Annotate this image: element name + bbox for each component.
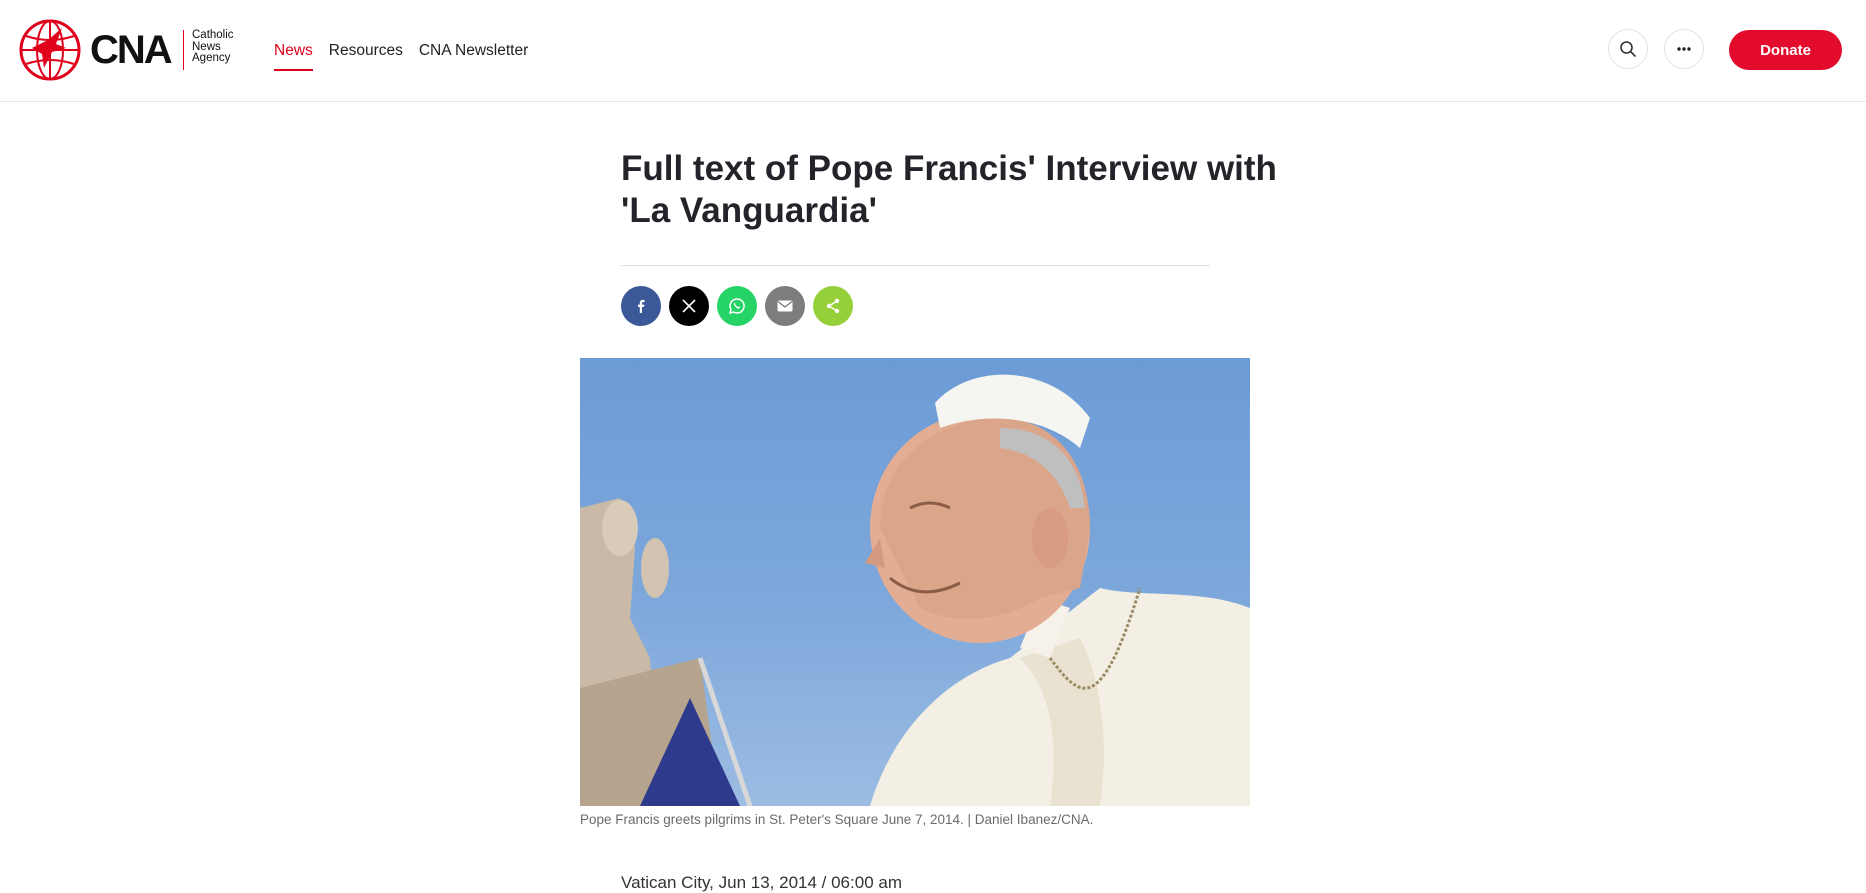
- share-whatsapp-button[interactable]: [717, 286, 757, 326]
- share-x-button[interactable]: [669, 286, 709, 326]
- article-title: Full text of Pope Francis' Interview wit…: [621, 149, 1277, 230]
- nav-item-news[interactable]: News: [274, 41, 313, 71]
- more-horizontal-icon: [1677, 47, 1691, 51]
- email-icon: [777, 300, 793, 312]
- nav-item-cna-newsletter[interactable]: CNA Newsletter: [419, 41, 528, 61]
- title-divider: [621, 265, 1210, 266]
- pope-francis-photo: [580, 374, 1250, 806]
- logo-subtitle-line: Catholic: [192, 29, 234, 41]
- image-caption: Pope Francis greets pilgrims in St. Pete…: [580, 812, 1094, 827]
- whatsapp-icon: [728, 298, 745, 315]
- search-icon: [1620, 41, 1636, 57]
- x-icon: [682, 299, 696, 313]
- site-header: CNA Catholic News Agency News Resources …: [0, 0, 1866, 102]
- logo-subtitle-line: Agency: [192, 52, 231, 64]
- donate-button[interactable]: Donate: [1729, 30, 1842, 70]
- article-hero-image: [580, 358, 1250, 806]
- globe-dove-logo-icon: [19, 19, 81, 81]
- share-facebook-button[interactable]: [621, 286, 661, 326]
- main-nav: News Resources CNA Newsletter: [274, 0, 544, 102]
- nav-item-resources[interactable]: Resources: [329, 41, 403, 61]
- share-bar: [621, 286, 861, 326]
- search-button[interactable]: [1608, 29, 1648, 69]
- more-menu-button[interactable]: [1664, 29, 1704, 69]
- facebook-icon: [638, 299, 645, 313]
- share-icon: [826, 298, 840, 314]
- share-more-button[interactable]: [813, 286, 853, 326]
- share-email-button[interactable]: [765, 286, 805, 326]
- logo-subtitle: Catholic News Agency: [192, 29, 234, 65]
- logo-wordmark: CNA: [90, 28, 173, 72]
- article-dateline: Vatican City, Jun 13, 2014 / 06:00 am: [621, 873, 902, 892]
- cna-logo[interactable]: CNA Catholic News Agency: [18, 18, 238, 82]
- logo-divider: [183, 30, 184, 70]
